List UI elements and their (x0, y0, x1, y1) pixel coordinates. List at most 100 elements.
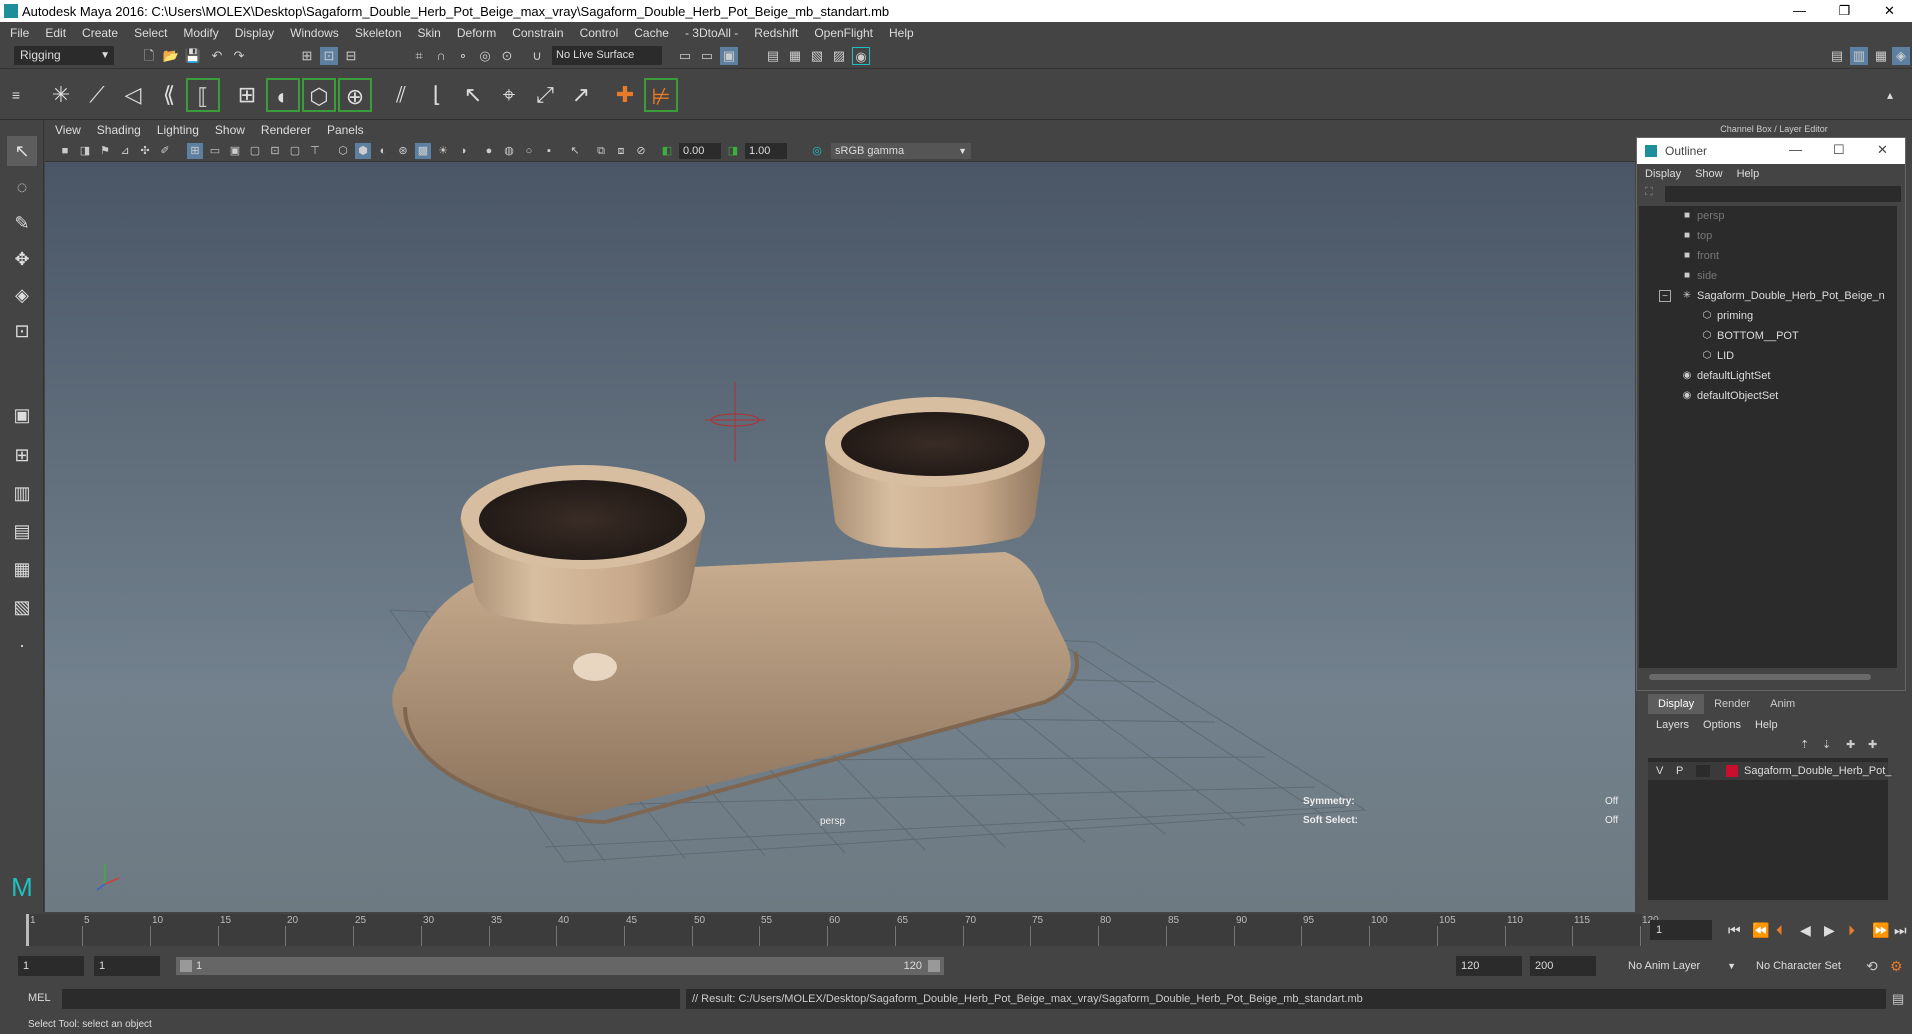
outliner-item[interactable]: ⬡ priming (1639, 306, 1897, 326)
smooth-shade-icon[interactable]: ⬢ (355, 143, 371, 159)
move-tool-icon[interactable]: ✥ (7, 244, 37, 274)
range-start-handle[interactable] (180, 960, 192, 972)
animation-end-field[interactable]: 200 (1530, 956, 1596, 976)
exposure-field[interactable]: 0.00 (679, 143, 721, 159)
layer-row[interactable]: V P Sagaform_Double_Herb_Pot_ (1648, 762, 1891, 780)
film-gate-icon[interactable]: ▭ (207, 143, 223, 159)
animation-start-field[interactable]: 1 (18, 956, 84, 976)
attribute-editor-toggle-icon[interactable]: ▥ (1850, 47, 1868, 65)
select-component-icon[interactable]: ⊟ (342, 47, 360, 65)
point-constraint-icon[interactable]: ⌊ (420, 78, 454, 112)
outliner-search-input[interactable] (1665, 186, 1901, 202)
xray-joints-icon[interactable]: ⊘ (633, 143, 649, 159)
resolution-gate-icon[interactable]: ▣ (227, 143, 243, 159)
default-material-icon[interactable]: ◐ (375, 143, 391, 159)
snap-surface-icon[interactable]: ⊙ (498, 47, 516, 65)
tab-display[interactable]: Display (1648, 694, 1705, 714)
two-d-pan-icon[interactable]: ✣ (137, 143, 153, 159)
step-back-key-icon[interactable]: ⏴ (1776, 922, 1783, 939)
wireframe-on-shaded-icon[interactable]: ⊛ (395, 143, 411, 159)
gamma-icon[interactable]: ◨ (725, 143, 741, 159)
layer-menu-layers[interactable]: Layers (1656, 719, 1689, 731)
tab-render[interactable]: Render (1704, 694, 1760, 714)
parent-constraint-icon[interactable]: ⊭ (644, 78, 678, 112)
vp-menu-shading[interactable]: Shading (97, 123, 141, 137)
view-transform-select[interactable]: sRGB gamma ▼ (831, 143, 971, 159)
field-chart-icon[interactable]: ⊡ (267, 143, 283, 159)
menu-cache[interactable]: Cache (634, 26, 669, 40)
minimize-icon[interactable]: — (1789, 142, 1802, 157)
time-slider-bar[interactable]: 1 5 10 15 20 25 30 35 40 45 50 55 60 65 70 75 80 85 90 95 10… (26, 914, 1659, 946)
menu-windows[interactable]: Windows (290, 26, 339, 40)
outliner-item[interactable]: ◉ defaultObjectSet (1639, 386, 1897, 406)
insert-joint-icon[interactable]: ⟪ (152, 78, 186, 112)
paint-weights-icon[interactable]: ◐ (266, 78, 300, 112)
select-tool-icon[interactable]: ↖ (7, 136, 37, 166)
layer-color-swatch[interactable] (1726, 765, 1738, 777)
vp-menu-renderer[interactable]: Renderer (261, 123, 311, 137)
close-icon[interactable]: ✕ (1877, 142, 1888, 158)
shadows-icon[interactable]: ◑ (455, 143, 471, 159)
display-type-toggle[interactable] (1696, 765, 1710, 777)
playback-end-field[interactable]: 120 (1456, 956, 1522, 976)
cluster-icon[interactable]: ⊕ (338, 78, 372, 112)
menu-set-selector[interactable]: Rigging ▼ (14, 46, 114, 65)
outliner-menu-help[interactable]: Help (1737, 168, 1760, 180)
move-layer-up-icon[interactable]: ⇡ (1800, 738, 1809, 751)
redo-icon[interactable]: ↷ (230, 47, 248, 65)
wireframe-icon[interactable]: ⬡ (335, 143, 351, 159)
render-view-icon[interactable]: ▤ (764, 47, 782, 65)
hypershade-layout-icon[interactable]: ▦ (7, 554, 37, 584)
lasso-tool-icon[interactable]: ◌ (7, 172, 37, 202)
lattice-icon[interactable]: ⬡ (302, 78, 336, 112)
menu-deform[interactable]: Deform (457, 26, 496, 40)
visibility-toggle[interactable]: V (1656, 762, 1663, 780)
menu-help[interactable]: Help (889, 26, 914, 40)
new-scene-icon[interactable]: 🗋 (140, 47, 158, 65)
script-editor-icon[interactable]: ▤ (1892, 991, 1904, 1007)
outliner-item[interactable]: ■ persp (1639, 206, 1897, 226)
maximize-icon[interactable]: ☐ (1833, 142, 1845, 158)
xray-icon[interactable]: ⧉ (593, 143, 609, 159)
restore-button[interactable]: ❐ (1822, 0, 1867, 22)
script-language-toggle[interactable]: MEL (28, 992, 51, 1004)
vp-menu-view[interactable]: View (55, 123, 81, 137)
scale-tool-icon[interactable]: ⊡ (7, 316, 37, 346)
motion-blur-icon[interactable]: ◍ (501, 143, 517, 159)
save-scene-icon[interactable]: 💾 (184, 47, 202, 65)
character-set-select[interactable]: No Character Set (1748, 956, 1860, 976)
persp-outliner-layout-icon[interactable]: ▥ (7, 478, 37, 508)
live-surface-field[interactable]: No Live Surface (552, 46, 662, 65)
playback-toggle[interactable]: P (1676, 762, 1683, 780)
hypershade-icon[interactable]: ◉ (852, 47, 870, 65)
single-perspective-layout-icon[interactable]: ▣ (7, 400, 37, 430)
step-forward-icon[interactable]: ⏩ (1872, 922, 1889, 939)
exposure-icon[interactable]: ◧ (659, 143, 675, 159)
vp-menu-panels[interactable]: Panels (327, 123, 364, 137)
rotate-tool-icon[interactable]: ◈ (7, 280, 37, 310)
screen-space-ao-icon[interactable]: ● (481, 143, 497, 159)
select-camera-icon[interactable]: ■ (57, 143, 73, 159)
step-forward-key-icon[interactable]: ⏵ (1848, 922, 1855, 939)
snap-grid-icon[interactable]: ⌗ (410, 47, 428, 65)
render-frame-icon[interactable]: ▦ (786, 47, 804, 65)
color-management-icon[interactable]: ◎ (809, 143, 825, 159)
mirror-joint-icon[interactable]: ⟦ (186, 78, 220, 112)
depth-of-field-icon[interactable]: ▪ (541, 143, 557, 159)
menu-display[interactable]: Display (235, 26, 274, 40)
menu-file[interactable]: File (10, 26, 29, 40)
orient-constraint-icon[interactable]: ⌖ (492, 78, 526, 112)
collapse-toggle-icon[interactable]: − (1659, 290, 1671, 302)
safe-action-icon[interactable]: ▢ (287, 143, 303, 159)
menu-openflight[interactable]: OpenFlight (814, 26, 873, 40)
current-time-indicator[interactable] (26, 914, 29, 946)
current-frame-field[interactable]: 1 (1650, 920, 1712, 940)
grid-icon[interactable]: ⊞ (187, 143, 203, 159)
layer-menu-help[interactable]: Help (1755, 719, 1778, 731)
gate-mask-icon[interactable]: ▢ (247, 143, 263, 159)
outliner-item[interactable]: ■ front (1639, 246, 1897, 266)
snap-view-icon[interactable]: ◎ (476, 47, 494, 65)
close-button[interactable]: ✕ (1867, 0, 1912, 22)
auto-key-icon[interactable]: ⟲ (1866, 958, 1878, 975)
locator-icon[interactable]: ✚ (608, 78, 642, 112)
